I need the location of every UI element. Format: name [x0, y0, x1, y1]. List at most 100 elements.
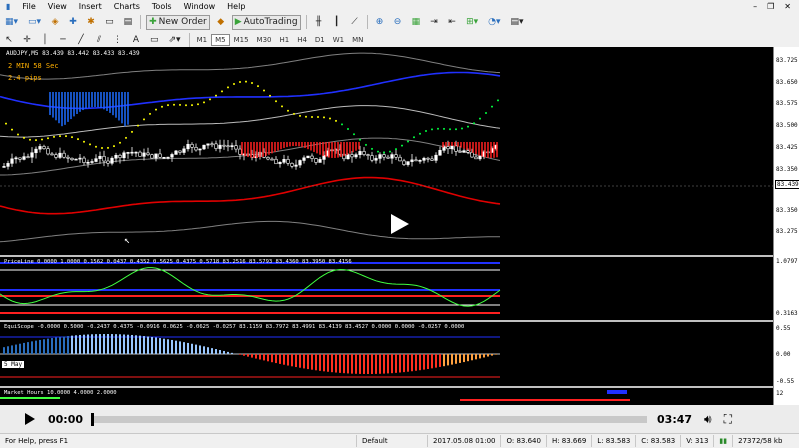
sar-dot: [263, 89, 265, 92]
chart-window[interactable]: AUDJPY,M5 83.439 83.442 83.433 83.439 2 …: [0, 47, 799, 405]
new-order-button[interactable]: ✚ New Order: [146, 14, 210, 30]
horizontal-line-icon[interactable]: ─: [56, 32, 70, 47]
channel-icon[interactable]: ⫽: [92, 32, 106, 47]
candlestick-icon[interactable]: ┃: [330, 15, 344, 30]
menu-help[interactable]: Help: [221, 2, 251, 11]
text-icon[interactable]: A: [129, 32, 143, 47]
candle-body: [302, 157, 306, 161]
seek-bar[interactable]: [91, 412, 648, 426]
sar-dot: [329, 117, 331, 120]
sar-dot: [161, 105, 163, 108]
candle-body: [402, 160, 406, 165]
play-icon[interactable]: [24, 413, 36, 425]
new-order-icon: ✚: [149, 17, 157, 27]
candle-body: [186, 143, 190, 150]
new-chart-icon[interactable]: ▦▾: [2, 15, 21, 30]
sar-dot: [119, 141, 121, 144]
sar-dot: [389, 150, 391, 153]
zoom-out-icon[interactable]: ⊖: [391, 15, 405, 30]
arrows-icon[interactable]: ⇗▾: [166, 32, 184, 47]
candle-body: [182, 148, 186, 153]
timeframe-h1[interactable]: H1: [275, 34, 293, 46]
profile-name: Default: [356, 435, 427, 447]
crosshair-icon[interactable]: ✛: [20, 32, 34, 47]
timeframe-d1[interactable]: D1: [311, 34, 329, 46]
cursor-icon[interactable]: ↖: [2, 32, 16, 47]
candle-body: [18, 157, 22, 160]
bar-chart-icon[interactable]: ╫: [312, 15, 326, 30]
menu-charts[interactable]: Charts: [108, 2, 146, 11]
minimize-icon[interactable]: –: [753, 2, 757, 11]
menu-tools[interactable]: Tools: [146, 2, 178, 11]
separator: [188, 32, 190, 47]
sar-dot: [209, 98, 211, 101]
video-play-overlay-icon[interactable]: [388, 213, 410, 235]
timeframe-m30[interactable]: M30: [253, 34, 276, 46]
vertical-line-icon[interactable]: │: [38, 32, 52, 47]
candle-body: [170, 154, 174, 158]
candle-body: [394, 154, 398, 158]
sar-dot: [89, 143, 91, 146]
candle-body: [110, 157, 114, 164]
connection-icon: ▮▮: [713, 435, 732, 447]
sar-dot: [287, 109, 289, 112]
volume-icon[interactable]: 🔊︎: [704, 412, 712, 427]
fullscreen-icon[interactable]: ⛶: [724, 412, 732, 427]
navigator-icon[interactable]: ✱: [84, 15, 98, 30]
candle-body: [310, 155, 314, 159]
auto-scroll-icon[interactable]: ⇥: [427, 15, 441, 30]
periods-icon[interactable]: ◔▾: [485, 15, 503, 30]
autotrading-button[interactable]: ▶ AutoTrading: [231, 14, 301, 30]
menu-window[interactable]: Window: [178, 2, 222, 11]
sar-dot: [275, 100, 277, 103]
candle-timer: 2 MIN 58 Sec: [8, 62, 59, 70]
terminal-icon[interactable]: ▭: [102, 15, 117, 30]
candle-body: [58, 152, 62, 158]
label-icon[interactable]: ▭: [147, 32, 162, 47]
seek-handle[interactable]: [91, 412, 95, 426]
candle-body: [42, 146, 46, 149]
app-icon[interactable]: ▮: [0, 2, 16, 11]
menu-insert[interactable]: Insert: [73, 2, 108, 11]
metaeditor-icon[interactable]: ◆: [214, 15, 228, 30]
menu-file[interactable]: File: [16, 2, 41, 11]
zoom-in-icon[interactable]: ⊕: [373, 15, 387, 30]
data-window-icon[interactable]: ✚: [66, 15, 80, 30]
profiles-icon[interactable]: ▭▾: [25, 15, 44, 30]
candle-body: [74, 158, 78, 161]
candle-body: [266, 157, 270, 160]
timeframe-h4[interactable]: H4: [293, 34, 311, 46]
sar-dot: [485, 111, 487, 114]
timeframe-m5[interactable]: M5: [211, 33, 230, 46]
candle-body: [478, 155, 482, 160]
timeframe-m15[interactable]: M15: [230, 34, 253, 46]
sar-dot: [293, 112, 295, 115]
candle-body: [66, 156, 70, 159]
candle-body: [374, 158, 378, 161]
restore-icon[interactable]: ❐: [767, 2, 774, 11]
candle-body: [382, 154, 386, 158]
candle-body: [94, 158, 98, 162]
candle-body: [26, 156, 30, 158]
indicators-icon[interactable]: ⊞▾: [463, 15, 481, 30]
fibonacci-icon[interactable]: ⋮: [110, 32, 125, 47]
bottom-tab[interactable]: 5 May: [2, 361, 25, 368]
trendline-icon[interactable]: ╱: [74, 32, 88, 47]
timeframe-w1[interactable]: W1: [329, 34, 348, 46]
line-chart-icon[interactable]: ⟋: [348, 15, 362, 30]
tile-windows-icon[interactable]: ▦: [409, 15, 424, 30]
market-watch-icon[interactable]: ◈: [48, 15, 62, 30]
sar-dot: [479, 117, 481, 120]
close-icon[interactable]: ✕: [784, 2, 791, 11]
sar-dot: [179, 103, 181, 106]
price-chart[interactable]: [0, 47, 773, 405]
timeframe-m1[interactable]: M1: [193, 34, 212, 46]
menu-view[interactable]: View: [42, 2, 73, 11]
templates-icon[interactable]: ▤▾: [508, 15, 527, 30]
sar-dot: [497, 99, 499, 102]
chart-shift-icon[interactable]: ⇤: [445, 15, 459, 30]
strategy-tester-icon[interactable]: ▤: [121, 15, 136, 30]
timeframe-mn[interactable]: MN: [348, 34, 367, 46]
session-bar: [460, 399, 630, 401]
candle-body: [298, 160, 302, 166]
